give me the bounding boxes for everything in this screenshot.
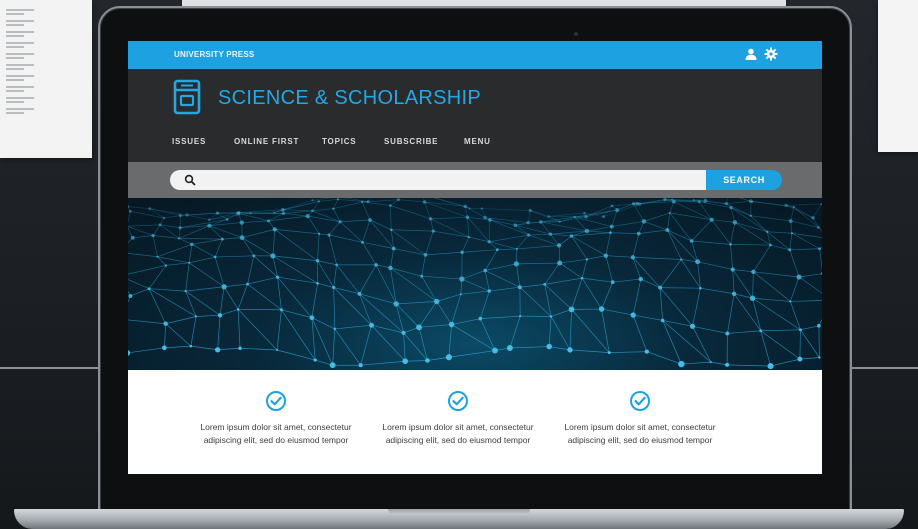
background-line xyxy=(852,367,918,369)
search-icon xyxy=(184,174,196,186)
feature-text: Lorem ipsum dolor sit amet, consectetur … xyxy=(564,422,716,445)
main-nav: ISSUES ONLINE FIRST TOPICS SUBSCRIBE MEN… xyxy=(128,131,822,153)
laptop-screen: UNIVERSITY PRESS SCIENCE & SCHOLARSHIP I… xyxy=(128,41,822,474)
check-circle-icon xyxy=(630,391,650,411)
user-icon[interactable] xyxy=(744,47,758,61)
search-bar: SEARCH xyxy=(128,162,822,198)
nav-item-topics[interactable]: TOPICS xyxy=(322,137,356,146)
check-circle-icon xyxy=(266,391,286,411)
search-input[interactable] xyxy=(170,170,708,190)
search-button[interactable]: SEARCH xyxy=(706,170,782,190)
nav-item-issues[interactable]: ISSUES xyxy=(172,137,206,146)
background-paper-left xyxy=(0,0,92,158)
nav-item-online-first[interactable]: ONLINE FIRST xyxy=(234,137,299,146)
feature-item: Lorem ipsum dolor sit amet, consectetur … xyxy=(196,390,356,447)
laptop-trackpad-notch xyxy=(388,509,530,515)
check-circle-icon xyxy=(448,391,468,411)
feature-item: Lorem ipsum dolor sit amet, consectetur … xyxy=(378,390,538,447)
gear-icon[interactable] xyxy=(764,47,778,61)
book-icon[interactable] xyxy=(172,79,202,115)
feature-text: Lorem ipsum dolor sit amet, consectetur … xyxy=(382,422,534,445)
site-header: SCIENCE & SCHOLARSHIP xyxy=(128,69,822,123)
publisher-name: UNIVERSITY PRESS xyxy=(174,50,255,59)
hero-banner xyxy=(128,198,822,370)
nav-item-menu[interactable]: MENU xyxy=(464,137,491,146)
network-mesh-image xyxy=(128,198,822,370)
nav-item-subscribe[interactable]: SUBSCRIBE xyxy=(384,137,438,146)
background-line xyxy=(0,367,102,369)
background-paper-right xyxy=(878,0,918,152)
publisher-bar: UNIVERSITY PRESS xyxy=(128,41,822,69)
features-section: Lorem ipsum dolor sit amet, consectetur … xyxy=(128,370,822,474)
scene: UNIVERSITY PRESS SCIENCE & SCHOLARSHIP I… xyxy=(0,0,918,529)
site-title[interactable]: SCIENCE & SCHOLARSHIP xyxy=(218,87,481,110)
laptop-camera xyxy=(574,32,578,36)
feature-item: Lorem ipsum dolor sit amet, consectetur … xyxy=(560,390,720,447)
feature-text: Lorem ipsum dolor sit amet, consectetur … xyxy=(200,422,352,445)
